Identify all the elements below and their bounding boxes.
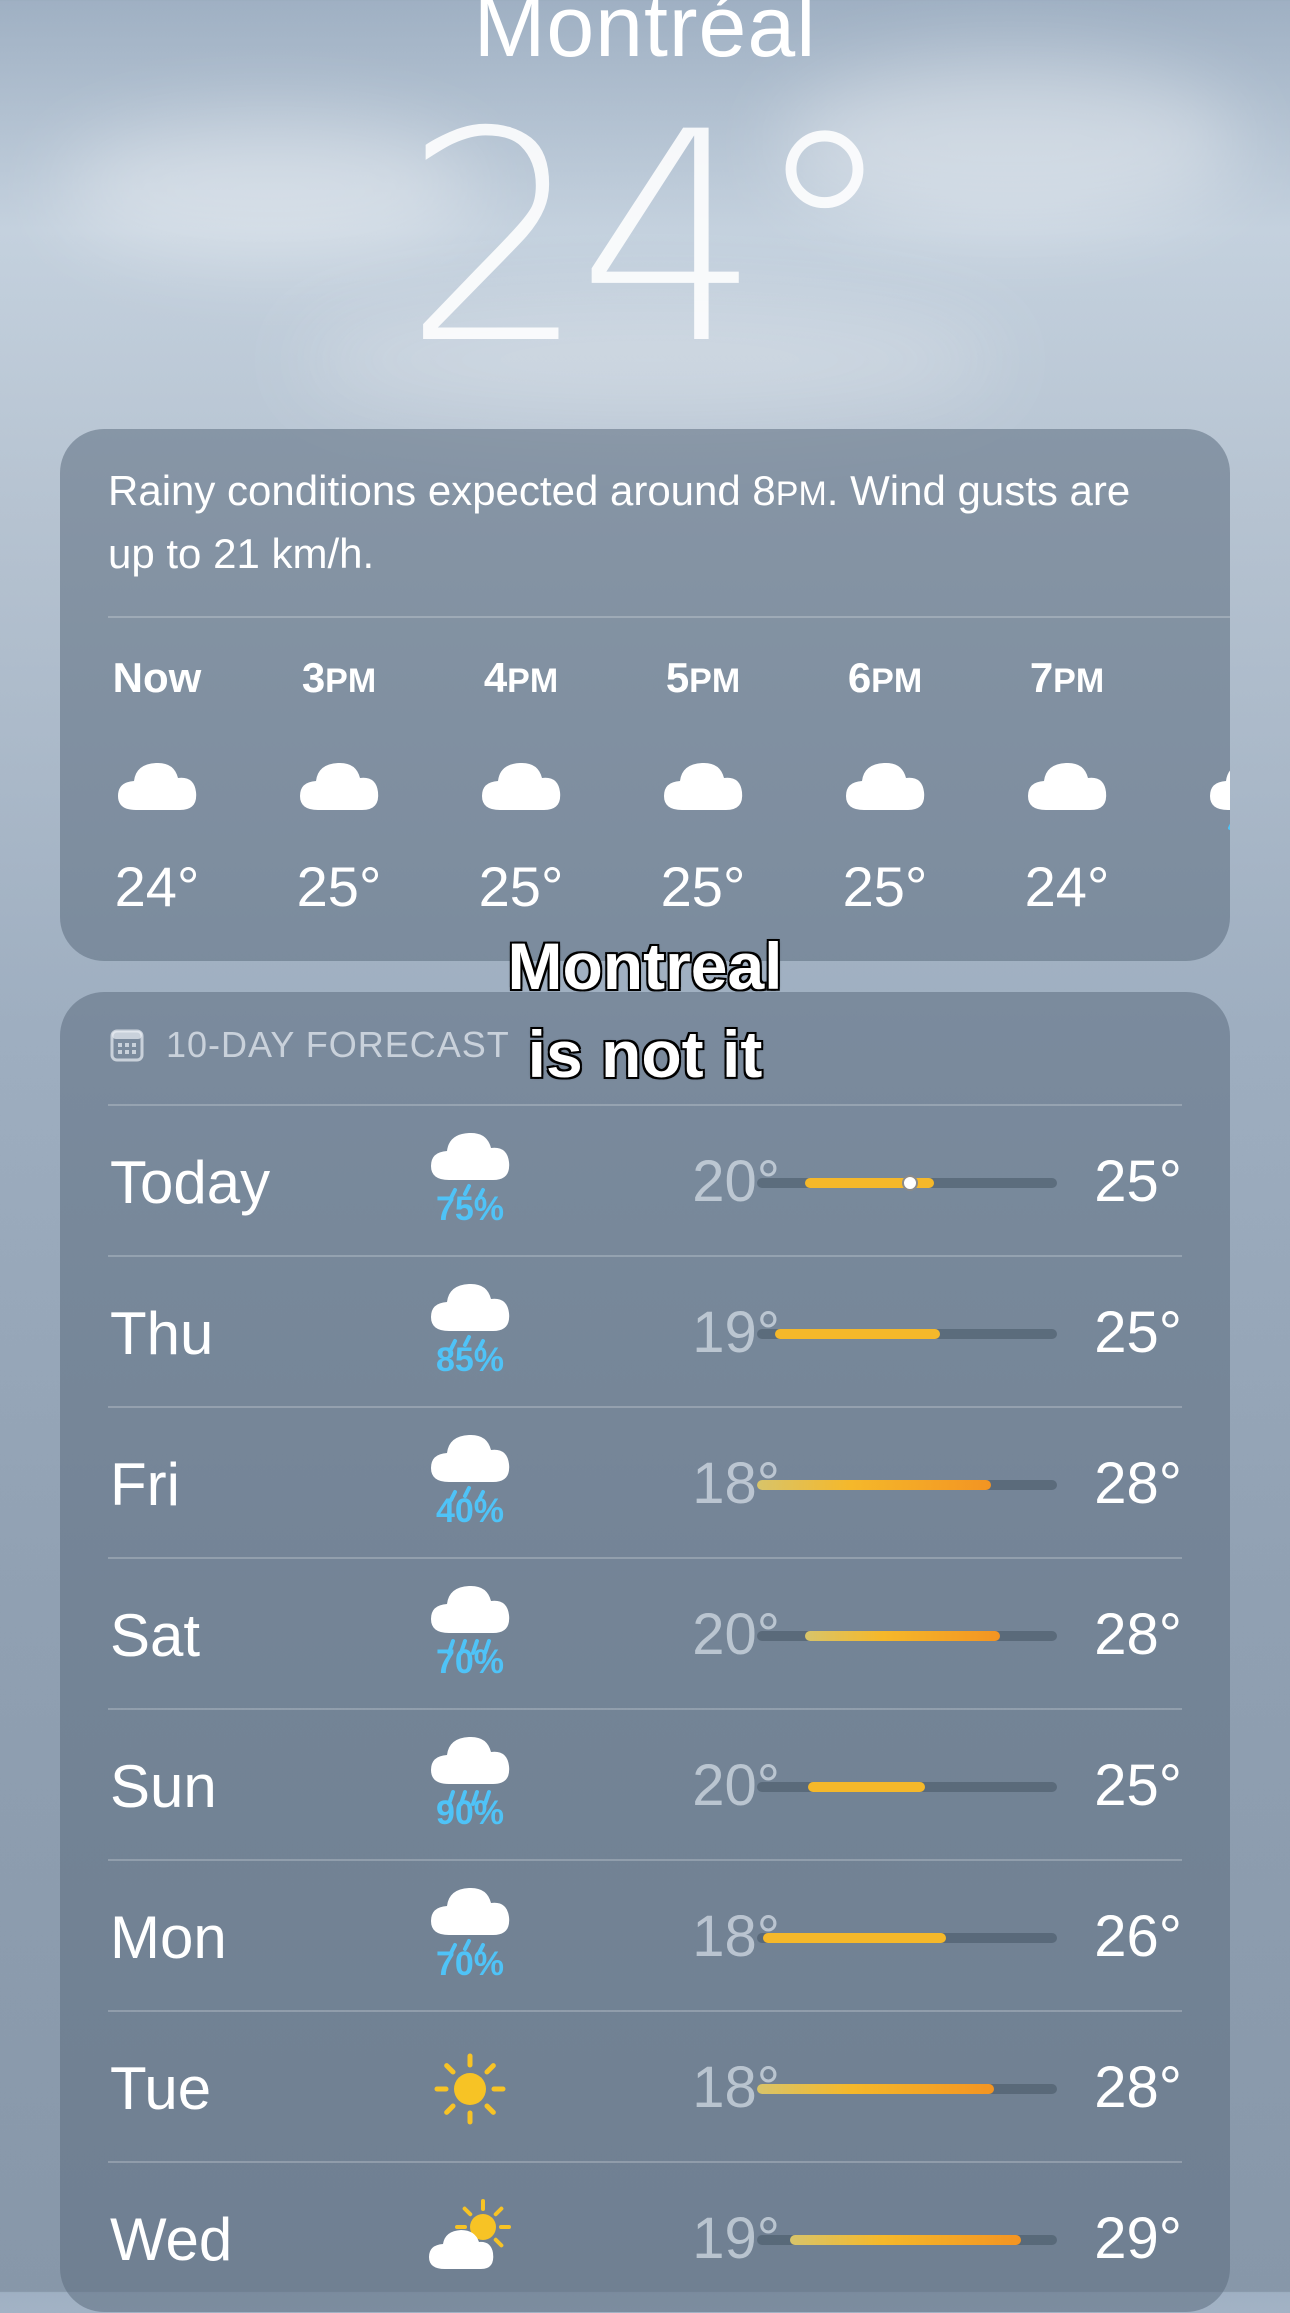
day-label: Sun xyxy=(110,1753,217,1820)
hour-label: 6PM xyxy=(847,654,923,701)
hour-item: 8 2 3 xyxy=(1199,654,1230,919)
current-temperature: 24° xyxy=(402,71,897,408)
forecast-row-mon[interactable]: Mon 70% 18° 26° xyxy=(60,1861,1230,2011)
temperature-range-bar xyxy=(757,1631,1057,1641)
hour-item: 4PM 25° xyxy=(471,654,571,919)
cloud-icon xyxy=(107,750,207,820)
temperature-range-fill xyxy=(757,2084,994,2094)
temperature-range-bar xyxy=(757,1175,1057,1191)
hour-item: Now 24° xyxy=(107,654,207,919)
temperature-range-bar xyxy=(757,1329,1057,1339)
partly-sunny-icon xyxy=(415,2197,525,2297)
day-label: Wed xyxy=(110,2206,233,2273)
forecast-row-sun[interactable]: Sun 90% 20° 25° xyxy=(60,1710,1230,1860)
hour-temperature: 25° xyxy=(842,855,928,918)
hourly-forecast-card[interactable]: Rainy conditions expected around 8PM. Wi… xyxy=(60,429,1230,961)
city-name: Montréal xyxy=(473,0,817,75)
caption-line-1: Montreal xyxy=(506,928,784,1005)
forecast-row-thu[interactable]: Thu 85% 19° 25° xyxy=(60,1257,1230,1407)
cloud-icon xyxy=(1017,750,1117,820)
cloud-icon xyxy=(653,750,753,820)
forecast-row-today[interactable]: Today 75% 20° 25° xyxy=(60,1106,1230,1256)
temperature-range-fill xyxy=(805,1631,1000,1641)
precip-chance: 40% xyxy=(435,1492,505,1530)
day-label: Tue xyxy=(110,2055,212,2122)
precip-chance: 70% xyxy=(435,1945,505,1983)
hour-temperature: 25° xyxy=(660,855,746,918)
precip-chance: 90% xyxy=(435,1794,505,1832)
high-temperature: 25° xyxy=(1094,1300,1182,1365)
temperature-range-bar xyxy=(757,1480,1057,1490)
hour-precip-chance: 3 xyxy=(1199,779,1230,816)
caption-line-2: is not it xyxy=(526,1016,764,1093)
hour-temperature: 25° xyxy=(296,855,382,918)
temperature-range-bar xyxy=(757,2084,1057,2094)
high-temperature: 28° xyxy=(1094,2055,1182,2120)
day-label: Mon xyxy=(110,1904,227,1971)
high-temperature: 25° xyxy=(1094,1753,1182,1818)
hour-label: 3PM xyxy=(301,654,377,701)
hour-label: 5PM xyxy=(665,654,741,701)
temperature-range-fill xyxy=(763,1933,946,1943)
forecast-row-tue[interactable]: Tue 18° 28° xyxy=(60,2012,1230,2162)
hour-label: 4PM xyxy=(483,654,559,701)
hour-temperature: 25° xyxy=(478,855,564,918)
forecast-row-sat[interactable]: Sat 70% 20° 28° xyxy=(60,1559,1230,1709)
temperature-range-bar xyxy=(757,1782,1057,1792)
high-temperature: 26° xyxy=(1094,1904,1182,1969)
high-temperature: 28° xyxy=(1094,1451,1182,1516)
sun-icon xyxy=(415,2046,525,2146)
hour-item: 6PM 25° xyxy=(835,654,935,919)
temperature-range-fill xyxy=(790,2235,1021,2245)
ten-day-forecast-card[interactable]: 10-DAY FORECAST Today 75% 20° 25° Thu 85% 19° 2… xyxy=(60,992,1230,2312)
day-label: Fri xyxy=(110,1451,180,1518)
high-temperature: 28° xyxy=(1094,1602,1182,1667)
hour-temperature: 24° xyxy=(1024,855,1110,918)
temperature-range-bar xyxy=(757,1933,1057,1943)
current-temperature-marker xyxy=(902,1175,918,1191)
hour-label: 7PM xyxy=(1029,654,1105,701)
hour-item: 7PM 24° xyxy=(1017,654,1117,919)
cloud-icon xyxy=(471,750,571,820)
temperature-range-fill xyxy=(757,1480,991,1490)
temperature-range-fill xyxy=(808,1782,925,1792)
temperature-range-fill xyxy=(775,1329,940,1339)
forecast-row-fri[interactable]: Fri 40% 18° 28° xyxy=(60,1408,1230,1558)
conditions-summary: Rainy conditions expected around 8PM. Wi… xyxy=(108,467,1131,577)
temperature-range-bar xyxy=(757,2235,1057,2245)
divider xyxy=(108,616,1230,618)
high-temperature: 25° xyxy=(1094,1149,1182,1214)
day-label: Today xyxy=(110,1149,271,1216)
video-caption: Montreal is not it xyxy=(0,922,1290,1098)
hour-label: 8 xyxy=(1199,654,1230,704)
high-temperature: 29° xyxy=(1094,2206,1182,2271)
cloud-icon xyxy=(835,750,935,820)
day-label: Sat xyxy=(110,1602,201,1669)
cloud-icon xyxy=(289,750,389,820)
precip-chance: 70% xyxy=(435,1643,505,1681)
hour-temperature: 24° xyxy=(114,855,200,918)
forecast-row-wed[interactable]: Wed 19° 29° xyxy=(60,2163,1230,2313)
hour-label: Now xyxy=(112,654,202,701)
precip-chance: 85% xyxy=(435,1341,505,1379)
hour-temperature: 2 xyxy=(1199,854,1230,919)
hour-item: 3PM 25° xyxy=(289,654,389,919)
hour-item: 5PM 25° xyxy=(653,654,753,919)
precip-chance: 75% xyxy=(435,1190,505,1228)
day-label: Thu xyxy=(110,1300,214,1367)
